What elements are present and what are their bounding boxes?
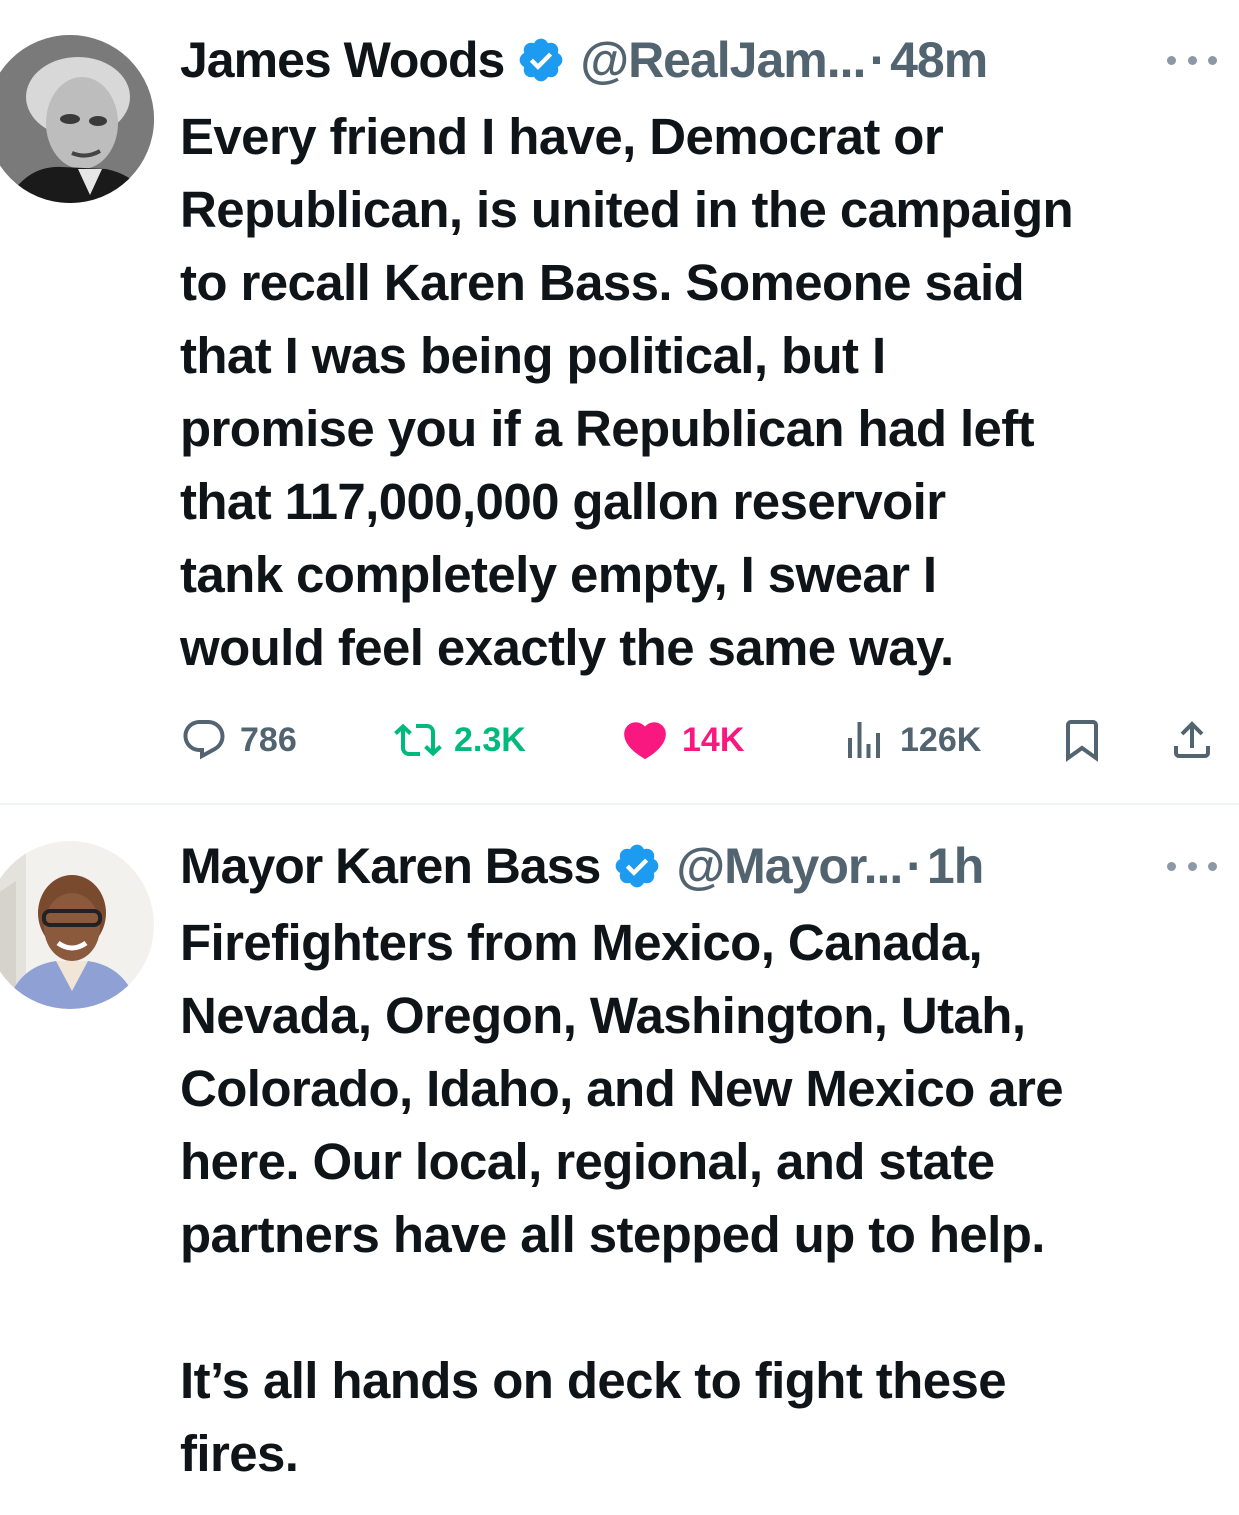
like-count: 14K [682,720,745,759]
author-handle[interactable]: @RealJam... [580,31,866,89]
author-name[interactable]: James Woods [180,31,505,89]
share-button[interactable] [1168,712,1216,768]
tweet-header: Mayor Karen Bass @Mayor... · 1h [180,834,984,898]
tweet-text: Every friend I have, Democrat or Republi… [180,108,1074,676]
views-icon [848,722,880,758]
like-button[interactable]: 14K [620,712,744,768]
separator-dot: · [869,32,887,88]
heart-icon [624,722,666,760]
repost-icon [394,723,442,757]
author-handle[interactable]: @Mayor... [676,837,903,895]
reply-icon [183,720,225,760]
tweet-actions: 786 2.3K 14K 126K [180,712,1220,768]
verified-badge-icon [516,35,566,85]
more-options-icon[interactable] [1167,856,1217,876]
tweet-text: Firefighters from Mexico, Canada, Nevada… [180,914,1064,1482]
share-icon [1174,721,1210,758]
avatar-karen-bass[interactable] [0,841,154,1009]
repost-button[interactable]: 2.3K [394,712,526,768]
separator-dot: · [906,838,923,894]
tweet-divider [0,803,1239,805]
reply-button[interactable]: 786 [180,712,297,768]
more-options-icon[interactable] [1167,50,1217,70]
avatar-photo-icon [0,841,154,1009]
bookmark-button[interactable] [1058,712,1106,768]
tweet-header: James Woods @RealJam... · 48m [180,28,988,92]
author-name[interactable]: Mayor Karen Bass [180,837,601,895]
tweet-james-woods[interactable]: James Woods @RealJam... · 48m Every frie… [0,0,1239,805]
views-count: 126K [900,720,982,759]
avatar-james-woods[interactable] [0,35,154,203]
avatar-photo-icon [0,35,154,203]
reply-count: 786 [240,720,297,759]
repost-count: 2.3K [454,720,526,759]
tweet-timestamp[interactable]: 1h [927,837,984,895]
verified-badge-icon [612,841,662,891]
views-button[interactable]: 126K [840,712,981,768]
tweet-timestamp[interactable]: 48m [890,31,988,89]
bookmark-icon [1066,720,1098,762]
